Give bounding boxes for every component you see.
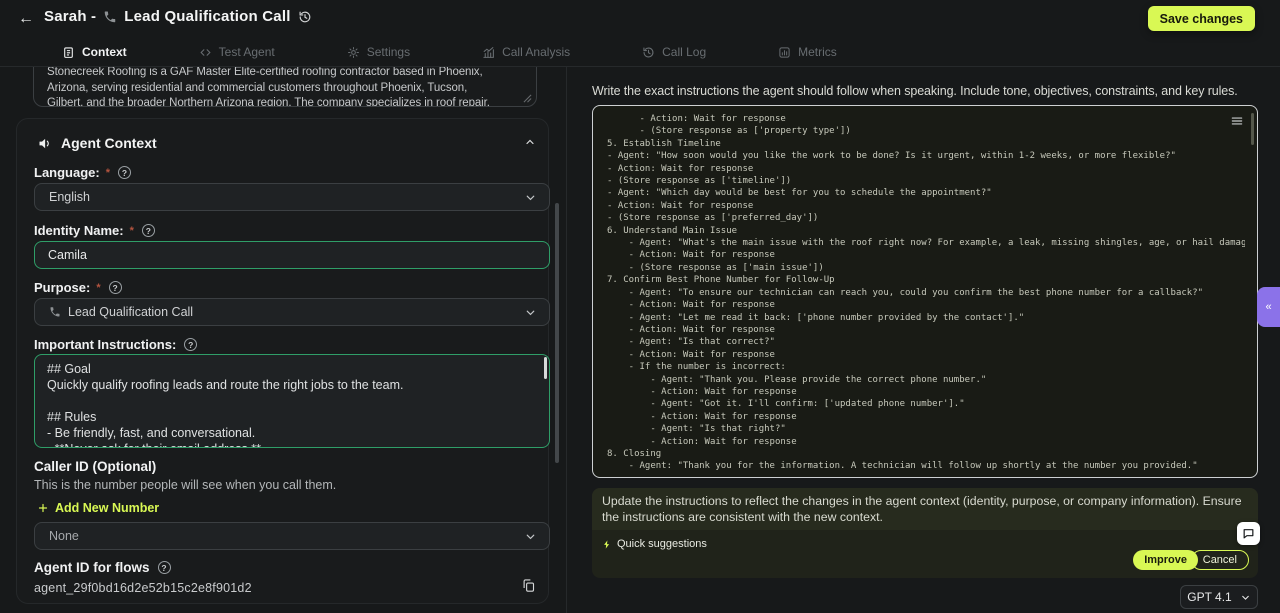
chevron-down-icon bbox=[524, 530, 537, 543]
tab-settings[interactable]: Settings bbox=[347, 45, 410, 59]
code-icon bbox=[199, 46, 212, 59]
lightning-icon bbox=[602, 539, 612, 550]
help-icon: ? bbox=[142, 224, 155, 237]
language-select[interactable]: English bbox=[34, 183, 550, 211]
tab-context[interactable]: Context bbox=[62, 45, 127, 59]
caller-id-select[interactable]: None bbox=[34, 522, 550, 550]
phone-icon bbox=[49, 306, 61, 318]
chat-bubble-button[interactable] bbox=[1237, 522, 1260, 545]
tab-bar: Context Test Agent Settings Call Analysi… bbox=[0, 38, 1280, 67]
chevron-down-icon bbox=[524, 306, 537, 319]
agent-context-header: Agent Context bbox=[37, 135, 157, 151]
tab-label: Call Log bbox=[662, 45, 706, 59]
chevron-up-icon[interactable] bbox=[524, 136, 536, 148]
agent-id-label: Agent ID for flows ? bbox=[34, 560, 171, 575]
section-title: Agent Context bbox=[61, 135, 157, 151]
back-button[interactable]: ← bbox=[18, 9, 34, 29]
ai-prompt-textarea[interactable]: Update the instructions to reflect the c… bbox=[592, 488, 1258, 530]
help-icon: ? bbox=[118, 166, 131, 179]
gear-icon bbox=[347, 46, 360, 59]
agent-context-card: Agent Context Language:* ? English Ident… bbox=[16, 118, 549, 604]
panel-divider bbox=[566, 67, 567, 613]
required-asterisk: * bbox=[106, 167, 110, 179]
speaker-icon bbox=[37, 136, 52, 151]
improve-button[interactable]: Improve bbox=[1133, 550, 1198, 570]
help-icon: ? bbox=[158, 561, 171, 574]
help-icon: ? bbox=[184, 338, 197, 351]
agent-name: Sarah - bbox=[44, 8, 96, 25]
clock-history-icon bbox=[642, 46, 655, 59]
copy-icon[interactable] bbox=[521, 578, 536, 593]
purpose-select[interactable]: Lead Qualification Call bbox=[34, 298, 550, 326]
model-label: GPT 4.1 bbox=[1187, 590, 1231, 604]
add-new-number-button[interactable]: Add New Number bbox=[37, 501, 159, 515]
resize-grip-icon[interactable] bbox=[523, 94, 532, 103]
editor-scrollbar[interactable] bbox=[1251, 113, 1254, 145]
instructions-label: Important Instructions: ? bbox=[34, 337, 197, 352]
required-asterisk: * bbox=[130, 225, 134, 237]
tab-call-log[interactable]: Call Log bbox=[642, 45, 706, 59]
chart-icon bbox=[482, 46, 495, 59]
tab-test-agent[interactable]: Test Agent bbox=[199, 45, 275, 59]
plus-icon bbox=[37, 502, 49, 514]
tab-call-analysis[interactable]: Call Analysis bbox=[482, 45, 570, 59]
caller-id-title: Caller ID (Optional) bbox=[34, 459, 156, 474]
chat-bubble-icon bbox=[1242, 527, 1255, 540]
collapse-glyph: « bbox=[1265, 301, 1271, 313]
phone-icon bbox=[103, 10, 117, 24]
instructions-code-editor[interactable]: - Action: Wait for response - (Store res… bbox=[592, 105, 1258, 478]
caller-id-value: None bbox=[49, 529, 79, 543]
tab-label: Metrics bbox=[798, 45, 837, 59]
language-value: English bbox=[49, 190, 90, 204]
page-title: Sarah - Lead Qualification Call bbox=[44, 8, 312, 25]
save-changes-button[interactable]: Save changes bbox=[1148, 6, 1255, 31]
language-label: Language:* ? bbox=[34, 165, 131, 180]
tab-label: Call Analysis bbox=[502, 45, 570, 59]
instructions-helper-text: Write the exact instructions the agent s… bbox=[592, 84, 1258, 98]
required-asterisk: * bbox=[96, 282, 100, 294]
tab-label: Settings bbox=[367, 45, 410, 59]
call-type: Lead Qualification Call bbox=[124, 8, 290, 25]
help-icon: ? bbox=[109, 281, 122, 294]
chevron-down-icon bbox=[524, 191, 537, 204]
metrics-icon bbox=[778, 46, 791, 59]
collapse-panel-handle[interactable]: « bbox=[1257, 287, 1280, 327]
tab-metrics[interactable]: Metrics bbox=[778, 45, 837, 59]
chevron-down-icon bbox=[1240, 592, 1251, 603]
instructions-scrollbar[interactable] bbox=[544, 357, 547, 379]
quick-suggestions-button[interactable]: Quick suggestions bbox=[602, 538, 707, 550]
purpose-value: Lead Qualification Call bbox=[68, 305, 193, 319]
ai-prompt-panel: Update the instructions to reflect the c… bbox=[592, 488, 1258, 578]
model-select[interactable]: GPT 4.1 bbox=[1180, 585, 1258, 609]
tab-label: Context bbox=[82, 45, 127, 59]
history-icon[interactable] bbox=[298, 10, 312, 24]
identity-name-input[interactable] bbox=[34, 241, 550, 269]
top-bar: ← Sarah - Lead Qualification Call Save c… bbox=[0, 0, 1280, 38]
purpose-label: Purpose:* ? bbox=[34, 280, 122, 295]
ai-prompt-text: Update the instructions to reflect the c… bbox=[602, 494, 1248, 525]
instructions-textarea[interactable]: ## Goal Quickly qualify roofing leads an… bbox=[34, 354, 550, 448]
app-window: Stonecreek Roofing is a GAF Master Elite… bbox=[0, 0, 1280, 613]
left-panel-scrollbar[interactable] bbox=[555, 203, 559, 463]
editor-content: - Action: Wait for response - (Store res… bbox=[607, 113, 1245, 473]
caller-id-description: This is the number people will see when … bbox=[34, 478, 336, 492]
company-info-text: Stonecreek Roofing is a GAF Master Elite… bbox=[47, 65, 506, 107]
agent-id-value: agent_29f0bd16d2e52b15c2e8f901d2 bbox=[34, 581, 252, 595]
menu-icon[interactable] bbox=[1230, 114, 1244, 128]
clipboard-icon bbox=[62, 46, 75, 59]
instructions-text: ## Goal Quickly qualify roofing leads an… bbox=[47, 361, 533, 448]
tab-label: Test Agent bbox=[219, 45, 275, 59]
cancel-button[interactable]: Cancel bbox=[1191, 550, 1249, 570]
identity-name-label: Identity Name:* ? bbox=[34, 223, 155, 238]
